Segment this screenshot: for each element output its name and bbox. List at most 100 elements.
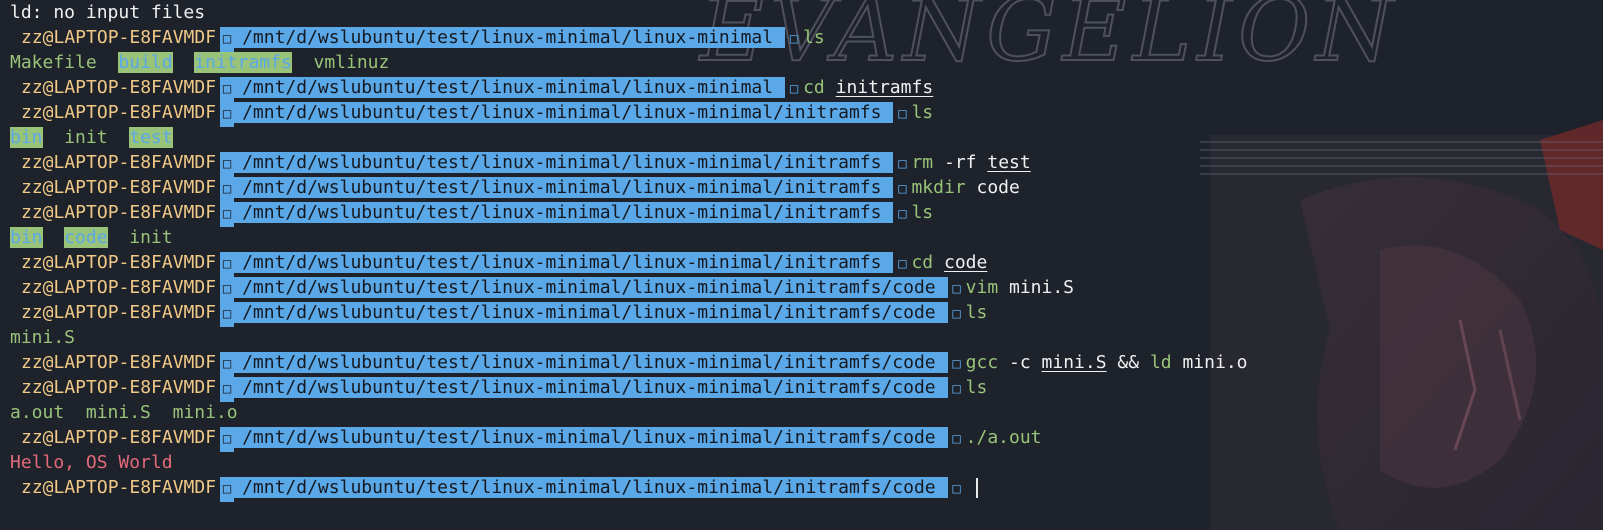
- command-flag: -c: [1009, 352, 1031, 373]
- prompt-host: zz@LAPTOP-E8FAVMDF: [21, 152, 217, 173]
- prompt-separator-icon: □: [220, 477, 235, 502]
- prompt-arrow-icon: □: [952, 281, 961, 297]
- program-output: Hello, OS World: [10, 452, 173, 473]
- listing-item: mini.o: [172, 402, 238, 423]
- prompt-path: /mnt/d/wslubuntu/test/linux-minimal/linu…: [234, 77, 786, 98]
- command-arg: test: [987, 152, 1031, 173]
- command-operator: &&: [1117, 352, 1140, 373]
- prompt-path: /mnt/d/wslubuntu/test/linux-minimal/linu…: [234, 352, 948, 373]
- prompt-arrow-icon: □: [898, 256, 907, 272]
- prompt-path: /mnt/d/wslubuntu/test/linux-minimal/linu…: [234, 477, 948, 498]
- prompt-arrow-icon: □: [952, 356, 961, 372]
- prompt-separator-icon: □: [220, 427, 235, 452]
- command: ls: [911, 202, 934, 223]
- output-line: bin code init: [10, 225, 1603, 250]
- prompt-line: zz@LAPTOP-E8FAVMDF □/mnt/d/wslubuntu/test…: [10, 25, 1603, 52]
- command-arg: initramfs: [835, 77, 934, 98]
- listing-item: vmlinuz: [313, 52, 390, 73]
- prompt-host: zz@LAPTOP-E8FAVMDF: [21, 377, 217, 398]
- command: ls: [803, 27, 825, 48]
- prompt-arrow-icon: □: [789, 31, 799, 47]
- prompt-line-active[interactable]: zz@LAPTOP-E8FAVMDF □/mnt/d/wslubuntu/test…: [10, 475, 1603, 502]
- prompt-host: zz@LAPTOP-E8FAVMDF: [21, 477, 217, 498]
- listing-item: Makefile: [10, 52, 97, 73]
- prompt-arrow-icon: □: [952, 481, 961, 497]
- prompt-line: zz@LAPTOP-E8FAVMDF □/mnt/d/wslubuntu/test…: [10, 150, 1603, 177]
- prompt-path: /mnt/d/wslubuntu/test/linux-minimal/linu…: [234, 302, 948, 323]
- prompt-line: zz@LAPTOP-E8FAVMDF □/mnt/d/wslubuntu/test…: [10, 175, 1603, 202]
- command: rm: [911, 152, 934, 173]
- output-line: Hello, OS World: [10, 450, 1603, 475]
- listing-item: mini.S: [85, 402, 151, 423]
- prompt-arrow-icon: □: [898, 156, 907, 172]
- command: ls: [911, 102, 934, 123]
- prompt-host: zz@LAPTOP-E8FAVMDF: [21, 352, 217, 373]
- command: ./a.out: [965, 427, 1042, 448]
- prompt-host: zz@LAPTOP-E8FAVMDF: [21, 202, 217, 223]
- command: cd: [911, 252, 934, 273]
- prompt-line: zz@LAPTOP-E8FAVMDF □/mnt/d/wslubuntu/test…: [10, 200, 1603, 227]
- command-arg: code: [976, 177, 1020, 198]
- prompt-path: /mnt/d/wslubuntu/test/linux-minimal/linu…: [234, 252, 894, 273]
- command: gcc: [965, 352, 999, 373]
- prompt-separator-icon: □: [220, 177, 235, 202]
- prompt-separator-icon: □: [220, 77, 235, 102]
- prompt-host: zz@LAPTOP-E8FAVMDF: [21, 277, 217, 298]
- command: ls: [965, 302, 988, 323]
- listing-dir: bin: [10, 227, 43, 248]
- prompt-line: zz@LAPTOP-E8FAVMDF □/mnt/d/wslubuntu/test…: [10, 350, 1603, 377]
- prompt-line: zz@LAPTOP-E8FAVMDF □/mnt/d/wslubuntu/test…: [10, 300, 1603, 327]
- listing-dir: build: [118, 52, 173, 73]
- prompt-arrow-icon: □: [789, 81, 799, 97]
- command-arg: mini.o: [1182, 352, 1248, 373]
- prompt-separator-icon: □: [220, 202, 235, 227]
- prompt-separator-icon: □: [220, 152, 235, 177]
- prompt-host: zz@LAPTOP-E8FAVMDF: [21, 427, 217, 448]
- prompt-line: zz@LAPTOP-E8FAVMDF □/mnt/d/wslubuntu/test…: [10, 375, 1603, 402]
- command-arg: mini.S: [1009, 277, 1075, 298]
- command: ld: [1149, 352, 1172, 373]
- prompt-line: zz@LAPTOP-E8FAVMDF □/mnt/d/wslubuntu/test…: [10, 275, 1603, 302]
- error-text: ld: no input files: [10, 2, 206, 23]
- prompt-path: /mnt/d/wslubuntu/test/linux-minimal/linu…: [234, 177, 894, 198]
- prompt-line: zz@LAPTOP-E8FAVMDF □/mnt/d/wslubuntu/test…: [10, 250, 1603, 277]
- command: cd: [803, 77, 825, 98]
- prompt-separator-icon: □: [220, 302, 235, 327]
- command-flag: -rf: [944, 152, 977, 173]
- prompt-arrow-icon: □: [898, 181, 907, 197]
- prompt-path: /mnt/d/wslubuntu/test/linux-minimal/linu…: [234, 27, 786, 48]
- prompt-arrow-icon: □: [952, 381, 961, 397]
- prompt-separator-icon: □: [220, 27, 235, 52]
- prompt-separator-icon: □: [220, 102, 235, 127]
- prompt-separator-icon: □: [220, 277, 235, 302]
- prompt-host: zz@LAPTOP-E8FAVMDF: [21, 102, 217, 123]
- prompt-path: /mnt/d/wslubuntu/test/linux-minimal/linu…: [234, 202, 894, 223]
- listing-dir: initramfs: [194, 52, 292, 73]
- prompt-path: /mnt/d/wslubuntu/test/linux-minimal/linu…: [234, 277, 948, 298]
- listing-dir: bin: [10, 127, 43, 148]
- prompt-separator-icon: □: [220, 252, 235, 277]
- command-arg: code: [944, 252, 988, 273]
- terminal-output: ld: no input files zz@LAPTOP-E8FAVMDF □/m…: [10, 0, 1603, 502]
- prompt-arrow-icon: □: [952, 431, 961, 447]
- command-arg: mini.S: [1041, 352, 1107, 373]
- prompt-arrow-icon: □: [898, 206, 907, 222]
- output-line: a.out mini.S mini.o: [10, 400, 1603, 425]
- listing-dir: code: [64, 227, 108, 248]
- prompt-path: /mnt/d/wslubuntu/test/linux-minimal/linu…: [234, 152, 894, 173]
- prompt-arrow-icon: □: [898, 106, 907, 122]
- output-line: Makefile build initramfs vmlinuz: [10, 50, 1603, 75]
- prompt-path: /mnt/d/wslubuntu/test/linux-minimal/linu…: [234, 377, 948, 398]
- output-line: mini.S: [10, 325, 1603, 350]
- prompt-line: zz@LAPTOP-E8FAVMDF □/mnt/d/wslubuntu/test…: [10, 75, 1603, 102]
- prompt-separator-icon: □: [220, 352, 235, 377]
- prompt-separator-icon: □: [220, 377, 235, 402]
- prompt-path: /mnt/d/wslubuntu/test/linux-minimal/linu…: [234, 102, 894, 123]
- prompt-line: zz@LAPTOP-E8FAVMDF □/mnt/d/wslubuntu/test…: [10, 425, 1603, 452]
- prompt-host: zz@LAPTOP-E8FAVMDF: [21, 252, 217, 273]
- prompt-arrow-icon: □: [952, 306, 961, 322]
- prompt-path: /mnt/d/wslubuntu/test/linux-minimal/linu…: [234, 427, 948, 448]
- text-cursor[interactable]: [976, 478, 979, 498]
- terminal-window[interactable]: EVANGELION ld: no input files zz@LAPTOP-…: [0, 0, 1603, 530]
- output-line: bin init test: [10, 125, 1603, 150]
